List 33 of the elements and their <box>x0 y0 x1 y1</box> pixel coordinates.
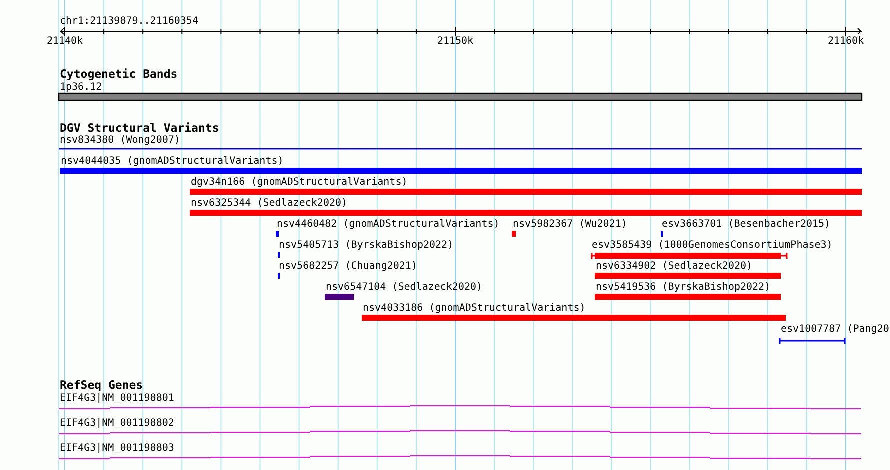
variant-label: nsv5419536 (ByrskaBishop2022) <box>596 282 771 293</box>
variant-label: dgv34n166 (gnomADStructuralVariants) <box>191 177 408 188</box>
gene-line[interactable] <box>58 430 862 434</box>
variant-label: nsv4033186 (gnomADStructuralVariants) <box>363 303 586 314</box>
gene-label: EIF4G3|NM_001198802 <box>60 418 174 429</box>
gene-label: EIF4G3|NM_001198803 <box>60 443 174 454</box>
variant-label: nsv834380 (Wong2007) <box>60 135 180 146</box>
tick-label: 21150k <box>437 36 474 47</box>
tick-label: 21140k <box>46 36 84 47</box>
variant-label: nsv6334902 (Sedlazeck2020) <box>596 261 753 272</box>
variant-label: nsv4044035 (gnomADStructuralVariants) <box>61 156 284 167</box>
variant-label: nsv5682257 (Chuang2021) <box>279 261 418 272</box>
track-title: RefSeq Genes <box>60 378 144 392</box>
gene-line[interactable] <box>58 406 862 410</box>
variant-label: esv3585439 (1000GenomesConsortiumPhase3) <box>592 240 833 251</box>
band-bar[interactable] <box>58 92 863 102</box>
variant-label: nsv5405713 (ByrskaBishop2022) <box>279 240 454 251</box>
gene-line[interactable] <box>58 456 862 460</box>
variant-bar[interactable] <box>591 252 788 260</box>
tick-label: 21160k <box>828 36 864 47</box>
variant-label: nsv6547104 (Sedlazeck2020) <box>326 282 483 293</box>
gene-label: EIF4G3|NM_001198801 <box>60 393 174 404</box>
variant-label: nsv6325344 (Sedlazeck2020) <box>191 198 348 209</box>
variant-span[interactable] <box>779 337 846 345</box>
variant-label: nsv5982367 (Wu2021) <box>513 219 628 230</box>
variant-label: esv1007787 (Pang20 <box>781 324 890 335</box>
variant-label: esv3663701 (Besenbacher2015) <box>662 219 831 230</box>
track-title: DGV Structural Variants <box>60 121 220 135</box>
variant-label: nsv4460482 (gnomADStructuralVariants) <box>277 219 500 230</box>
variant-line[interactable] <box>59 148 862 150</box>
track-title: Cytogenetic Bands <box>60 67 178 81</box>
band-label: 1p36.12 <box>60 82 102 93</box>
location-label: chr1:21139879..21160354 <box>60 16 198 27</box>
